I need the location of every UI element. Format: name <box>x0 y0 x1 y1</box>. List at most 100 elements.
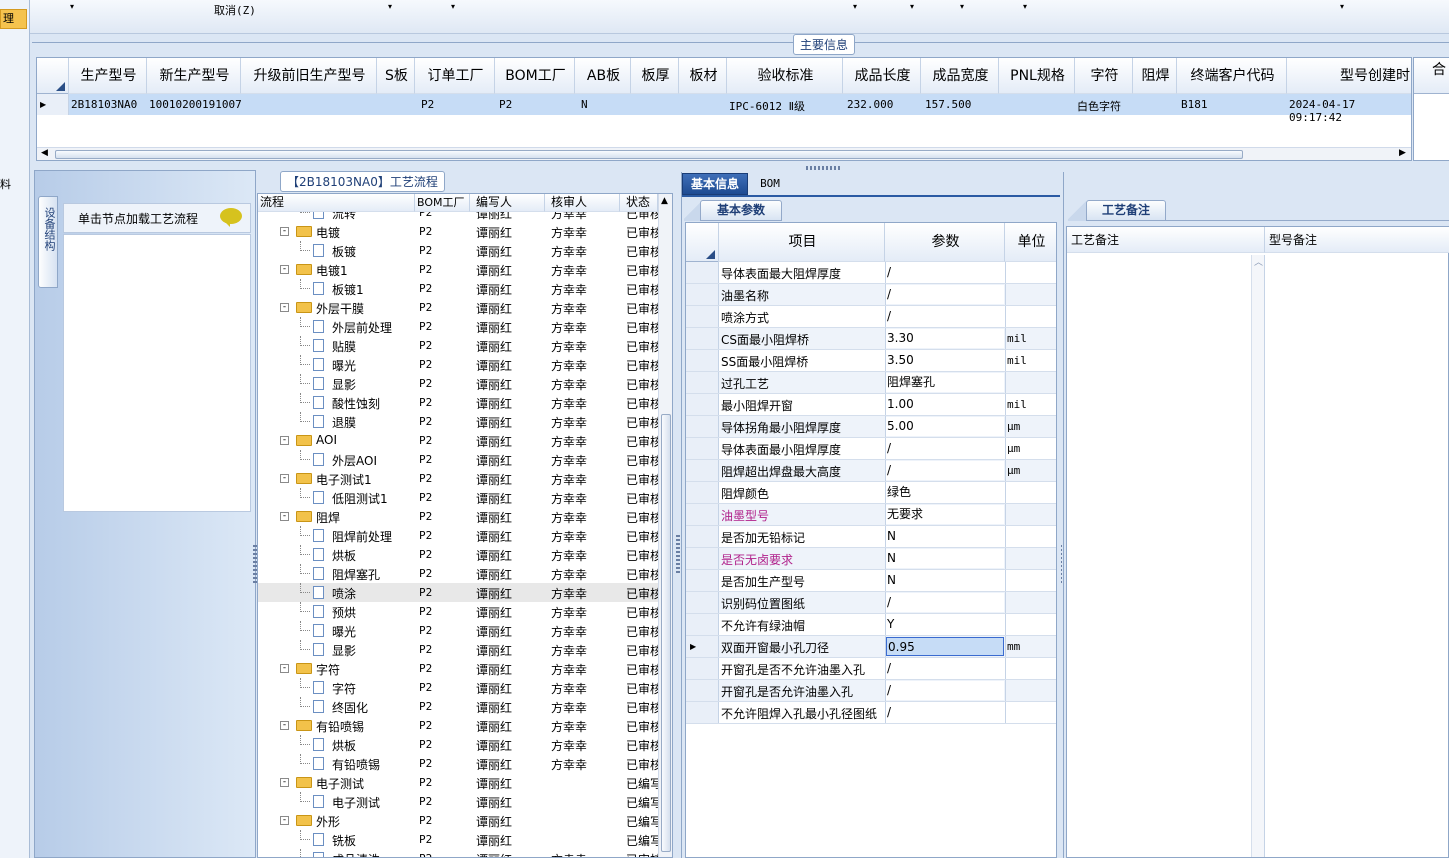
param-value[interactable]: 1.00 <box>886 395 1004 414</box>
cell[interactable]: B181 <box>1181 98 1208 111</box>
collapse-toggle-icon[interactable]: - <box>280 512 289 521</box>
collapse-toggle-icon[interactable]: - <box>280 721 289 730</box>
col-header[interactable]: 验收标准 <box>727 58 843 94</box>
tree-node-row[interactable]: 外层AOI P2 谭丽红 方幸幸 已审核 <box>258 450 658 469</box>
param-value[interactable]: / <box>886 681 1004 700</box>
col-header[interactable]: 工艺备注 <box>1067 227 1265 253</box>
dropdown-arrow-icon[interactable]: ▾ <box>70 2 74 11</box>
collapse-toggle-icon[interactable]: - <box>280 265 289 274</box>
tree-node-row[interactable]: 外层前处理 P2 谭丽红 方幸幸 已审核 <box>258 317 658 336</box>
param-value[interactable]: 阻焊塞孔 <box>886 373 1004 392</box>
collapse-toggle-icon[interactable]: - <box>280 303 289 312</box>
col-header[interactable]: 订单工厂 <box>415 58 495 94</box>
tree-folder-row[interactable]: - 电子测试1 P2 谭丽红 方幸幸 已审核 <box>258 469 658 488</box>
param-value[interactable]: / <box>886 439 1004 458</box>
param-row[interactable]: 不允许有绿油帽 Y <box>686 614 1056 636</box>
param-row[interactable]: 导体表面最大阻焊厚度 / <box>686 262 1056 284</box>
vertical-scrollbar[interactable]: ▲ <box>658 194 672 857</box>
param-value[interactable]: / <box>886 307 1004 326</box>
col-header[interactable]: AB板 <box>575 58 631 94</box>
scroll-up-icon[interactable]: ︿ <box>1254 255 1263 268</box>
param-row[interactable]: 最小阻焊开窗 1.00 mil <box>686 394 1056 416</box>
col-header[interactable]: 型号创建时 <box>1287 58 1411 94</box>
col-header[interactable]: 新生产型号 <box>147 58 241 94</box>
param-value[interactable]: / <box>886 263 1004 282</box>
tree-node-row[interactable]: 终固化 P2 谭丽红 方幸幸 已审核 <box>258 697 658 716</box>
param-value[interactable]: 3.50 <box>886 351 1004 370</box>
main-info-row[interactable]: ▶ 2B18103NA0 10010200191007 P2 P2 N IPC-… <box>37 94 1411 124</box>
param-row[interactable]: 导体表面最小阻焊厚度 / μm <box>686 438 1056 460</box>
col-header[interactable]: 板材 <box>679 58 727 94</box>
load-hint-box[interactable]: 单击节点加载工艺流程 <box>63 203 251 233</box>
tab-bom[interactable]: BOM <box>750 177 790 193</box>
tab-basic-info[interactable]: 基本信息 <box>682 173 748 195</box>
tree-folder-row[interactable]: - 有铅喷锡 P2 谭丽红 方幸幸 已审核 <box>258 716 658 735</box>
param-row[interactable]: SS面最小阻焊桥 3.50 mil <box>686 350 1056 372</box>
tree-node-row[interactable]: 喷涂 P2 谭丽红 方幸幸 已审核 <box>258 583 658 602</box>
tree-node-row[interactable]: 板镀1 P2 谭丽红 方幸幸 已审核 <box>258 279 658 298</box>
param-value[interactable]: N <box>886 527 1004 546</box>
col-header[interactable]: 阻焊 <box>1133 58 1177 94</box>
tree-node-row[interactable]: 曝光 P2 谭丽红 方幸幸 已审核 <box>258 621 658 640</box>
param-row[interactable]: 是否加生产型号 N <box>686 570 1056 592</box>
col-header[interactable]: 终端客户代码 <box>1177 58 1287 94</box>
cell[interactable]: 2024-04-17 09:17:42 <box>1289 98 1411 124</box>
tree-node-row[interactable]: 有铅喷锡 P2 谭丽红 方幸幸 已审核 <box>258 754 658 773</box>
param-value[interactable]: 3.30 <box>886 329 1004 348</box>
cell[interactable]: 232.000 <box>847 98 893 111</box>
tab-process-remarks[interactable]: 工艺备注 <box>1086 200 1166 221</box>
splitter-handle[interactable] <box>676 535 680 575</box>
tree-node-row[interactable]: 板镀 P2 谭丽红 方幸幸 已审核 <box>258 241 658 260</box>
dropdown-arrow-icon[interactable]: ▾ <box>1340 2 1344 11</box>
collapse-toggle-icon[interactable]: - <box>280 436 289 445</box>
param-row[interactable]: 油墨名称 / <box>686 284 1056 306</box>
param-value[interactable]: 绿色 <box>886 483 1004 502</box>
tree-folder-row[interactable]: - 外形 P2 谭丽红 已编写 <box>258 811 658 830</box>
tree-node-row[interactable]: 曝光 P2 谭丽红 方幸幸 已审核 <box>258 355 658 374</box>
param-row[interactable]: 是否加无铅标记 N <box>686 526 1056 548</box>
col-header[interactable]: 状态 <box>620 194 658 212</box>
col-header[interactable]: 型号备注 <box>1265 227 1449 253</box>
cell[interactable]: 157.500 <box>925 98 971 111</box>
tree-node-row[interactable]: 字符 P2 谭丽红 方幸幸 已审核 <box>258 678 658 697</box>
scroll-right-icon[interactable]: ▶ <box>1399 148 1406 158</box>
cell[interactable]: IPC-6012 Ⅱ级 <box>729 98 805 114</box>
param-row[interactable]: 油墨型号 无要求 <box>686 504 1056 526</box>
tab-basic-params[interactable]: 基本参数 <box>700 200 782 221</box>
col-header[interactable]: BOM工厂 <box>415 194 470 212</box>
col-header[interactable]: 成品长度 <box>843 58 921 94</box>
param-row[interactable]: 阻焊颜色 绿色 <box>686 482 1056 504</box>
tree-folder-row[interactable]: - 电镀1 P2 谭丽红 方幸幸 已审核 <box>258 260 658 279</box>
collapse-toggle-icon[interactable]: - <box>280 227 289 236</box>
col-header[interactable]: 字符 <box>1075 58 1133 94</box>
cell[interactable]: N <box>581 98 588 111</box>
tree-node-row[interactable]: 阻焊前处理 P2 谭丽红 方幸幸 已审核 <box>258 526 658 545</box>
dropdown-arrow-icon[interactable]: ▾ <box>960 2 964 11</box>
param-value[interactable]: N <box>886 549 1004 568</box>
param-row[interactable]: CS面最小阻焊桥 3.30 mil <box>686 328 1056 350</box>
tree-folder-row[interactable]: - 阻焊 P2 谭丽红 方幸幸 已审核 <box>258 507 658 526</box>
tree-folder-row[interactable]: - 字符 P2 谭丽红 方幸幸 已审核 <box>258 659 658 678</box>
scroll-up-icon[interactable]: ▲ <box>661 196 668 206</box>
tree-node-row[interactable]: 烘板 P2 谭丽红 方幸幸 已审核 <box>258 735 658 754</box>
param-value[interactable]: / <box>886 703 1004 722</box>
dropdown-arrow-icon[interactable]: ▾ <box>388 2 392 11</box>
remark-scrollbar[interactable]: ︿ <box>1251 255 1265 857</box>
tree-node-row[interactable]: 退膜 P2 谭丽红 方幸幸 已审核 <box>258 412 658 431</box>
collapse-toggle-icon[interactable]: - <box>280 664 289 673</box>
left-nav-selected-item[interactable]: 理 <box>0 9 27 29</box>
tree-node-row[interactable]: 流转 P2 谭丽红 方幸幸 已审核 <box>258 212 658 222</box>
col-header[interactable]: 项目 <box>719 223 885 262</box>
param-value[interactable]: / <box>886 593 1004 612</box>
col-header[interactable]: 成品宽度 <box>921 58 999 94</box>
param-value[interactable]: N <box>886 571 1004 590</box>
col-header[interactable]: S板 <box>377 58 415 94</box>
col-header[interactable]: 参数 <box>885 223 1005 262</box>
cell[interactable]: P2 <box>499 98 512 111</box>
tree-node-row[interactable]: 酸性蚀刻 P2 谭丽红 方幸幸 已审核 <box>258 393 658 412</box>
param-value[interactable]: Y <box>886 615 1004 634</box>
cell[interactable]: 2B18103NA0 <box>71 98 137 111</box>
model-remark-field[interactable] <box>1267 255 1447 855</box>
tree-node-row[interactable]: 预烘 P2 谭丽红 方幸幸 已审核 <box>258 602 658 621</box>
col-header[interactable]: 编写人 <box>470 194 545 212</box>
